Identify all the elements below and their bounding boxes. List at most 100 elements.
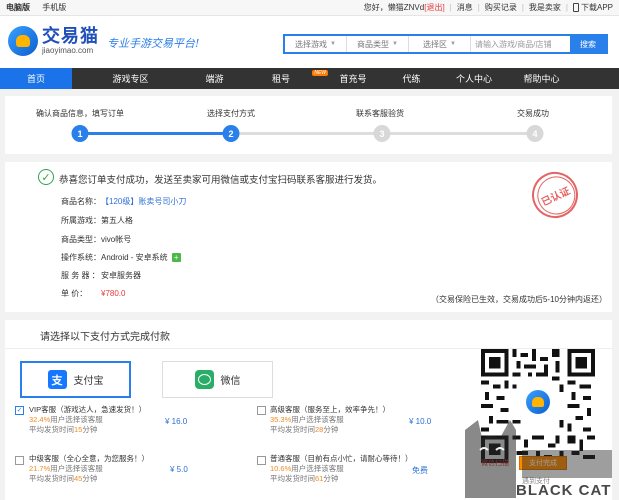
service-pct-text: 用户选择该客服 [50,415,103,424]
nav-boost[interactable]: 代练 [374,68,449,89]
mobile-version-link[interactable]: 手机版 [42,3,66,12]
stamp-text: 已认证 [539,185,572,209]
service-pct: 21.7% [29,464,51,473]
service-option[interactable]: 中级客服（全心全意，为您服务！） 21.7%用户选择该客服 平均发货时间45分钟 [29,454,149,484]
pc-version-link[interactable]: 电脑版 [6,3,30,12]
qr-scan-tip: 微信扫描 [481,460,509,467]
alipay-label: 支付宝 [73,376,104,387]
alipay-icon: 支 [47,370,67,389]
search-input[interactable]: 请输入游戏/商品/店铺 [471,36,570,52]
logo-name: 交易猫 [42,26,99,46]
service-pct: 35.3% [270,415,292,424]
service-checkbox[interactable] [257,406,266,415]
server-select-label: 选择区 [423,39,448,49]
site-logo[interactable]: 交易猫 jiaoyimao.com [8,26,99,56]
success-message: 恭喜您订单支付成功，发送至卖家可用微信或支付宝扫码联系客服进行发货。 [59,175,383,186]
service-time-unit: 分钟 [323,474,339,483]
cat-logo-icon [8,26,38,56]
game-select-label: 选择游戏 [295,39,328,49]
nav-rent[interactable]: 租号 NEW [230,68,332,89]
service-option[interactable]: 普通客服（目前有点小忙，请耐心等待！） 10.6%用户选择该客服 平均发货时间6… [270,454,413,484]
divider: | [477,3,480,12]
nav-first-charge[interactable]: 首充号 [332,68,374,89]
seller-link[interactable]: 我是卖家 [529,2,561,13]
progress-line-done [80,132,233,135]
chevron-down-icon: ▼ [330,41,336,47]
greeting-text: 您好，懒猫ZNVd [363,3,425,12]
game-name: 第五人格 [101,216,133,225]
qr-brand-logo-icon [523,387,553,417]
service-time-label: 平均发货时间 [29,474,74,483]
service-checkbox[interactable]: ✓ [15,406,24,415]
top-utility-bar: 电脑版 手机版 您好，懒猫ZNVd [退出] | 消息 | 购买记录 | 我是卖家… [0,0,619,16]
server-value: 安卓服务器 [101,271,141,280]
service-price: 免费 [412,466,428,475]
service-checkbox[interactable] [257,456,266,465]
divider: | [565,3,568,12]
step-number: 1 [71,125,89,142]
unit-price: ¥780.0 [101,289,126,298]
service-pct: 10.6% [270,464,292,473]
service-time-label: 平均发货时间 [270,474,315,483]
step-label: 确认商品信息，填写订单 [36,109,124,118]
alipay-option[interactable]: 支 支付宝 [20,361,131,398]
order-success-panel: ✓ 恭喜您订单支付成功，发送至卖家可用微信或支付宝扫码联系客服进行发货。 商品名… [5,162,612,312]
insurance-note: （交易保险已生效，交易成功后5-10分钟内返还） [430,295,607,304]
game-select[interactable]: 选择游戏 ▼ [285,36,347,52]
service-time-unit: 分钟 [82,474,98,483]
step-number: 2 [222,125,240,142]
step-label: 交易成功 [517,109,549,118]
download-app-link[interactable]: 下载APP [572,2,613,13]
info-key: 所属游戏： [61,216,101,225]
payment-done-button[interactable]: 支付完成 [519,456,567,470]
service-option[interactable]: VIP客服（游戏达人，急速发货！） 32.4%用户选择该客服 平均发货时间15分… [29,405,146,435]
service-time-unit: 分钟 [323,425,339,434]
type-select[interactable]: 商品类型 ▼ [347,36,409,52]
wechat-label: 微信 [220,376,241,387]
buy-records-link[interactable]: 购买记录 [485,2,517,13]
service-pct-text: 用户选择该客服 [291,415,344,424]
watermark-text: BLACK CAT [516,482,612,499]
site-header: 交易猫 jiaoyimao.com 专业手游交易平台! 选择游戏 ▼ 商品类型 ▼ … [0,16,619,68]
nav-home[interactable]: 首页 [0,68,72,89]
service-pct-text: 用户选择该客服 [291,464,344,473]
nav-help[interactable]: 帮助中心 [499,68,584,89]
messages-link[interactable]: 消息 [457,2,473,13]
wechat-icon [194,370,214,389]
payment-qr-code [481,349,595,463]
verified-stamp: 已认证 [524,164,586,226]
service-price: ¥ 16.0 [165,417,188,426]
step-label: 联系客服验货 [356,109,404,118]
nav-game-zone[interactable]: 游戏专区 [72,68,189,89]
info-key: 商品名称： [61,197,101,206]
server-select[interactable]: 选择区 ▼ [409,36,471,52]
chevron-down-icon: ▼ [450,41,456,47]
service-pct-text: 用户选择该客服 [50,464,103,473]
nav-user-center[interactable]: 个人中心 [449,68,499,89]
info-key: 商品类型： [61,235,101,244]
service-checkbox[interactable] [15,456,24,465]
payment-title: 请选择以下支付方式完成付款 [40,332,170,343]
info-key: 服 务 器 ： [61,271,100,280]
service-option[interactable]: 高级客服（服务至上，效率争先！） 35.3%用户选择该客服 平均发货时间28分钟 [270,405,390,435]
android-icon: + [171,253,181,262]
nav-rent-label: 租号 [271,74,290,84]
check-circle-icon: ✓ [38,169,54,185]
info-key: 单 价： [61,289,88,298]
service-price: ¥ 10.0 [409,417,432,426]
search-button[interactable]: 搜索 [570,36,606,52]
service-name: 高级客服（服务至上，效率争先！） [270,405,390,414]
download-app-label: 下载APP [580,3,613,12]
product-type: vivo帐号 [101,235,132,244]
service-name: VIP客服（游戏达人，急速发货！） [29,405,147,414]
divider: | [521,3,524,12]
product-name[interactable]: 【120级】账卖号司小刀 [101,196,186,207]
logo-domain: jiaoyimao.com [42,46,94,55]
nav-pc-games[interactable]: 端游 [199,68,230,89]
logout-link[interactable]: [退出] [424,2,444,13]
wechat-option[interactable]: 微信 [162,361,273,398]
service-name: 中级客服（全心全意，为您服务！） [29,454,149,463]
step-label: 选择支付方式 [207,109,255,118]
service-time-label: 平均发货时间 [270,425,315,434]
service-pct: 32.4% [29,415,51,424]
